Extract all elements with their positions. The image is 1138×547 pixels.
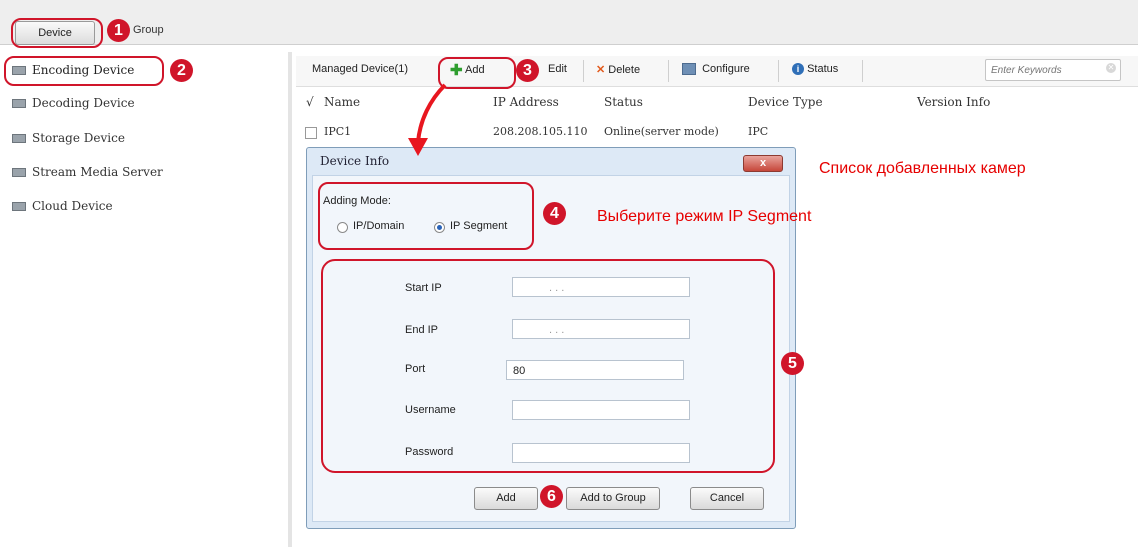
device-icon [12, 99, 26, 108]
dialog-cancel-button[interactable]: Cancel [690, 487, 764, 510]
search-input[interactable] [989, 60, 1103, 80]
cell-name: IPC1 [324, 125, 352, 138]
configure-button-label: Configure [702, 63, 750, 75]
dialog-add-button[interactable]: Add [474, 487, 538, 510]
sidebar-item-label: Storage Device [32, 131, 125, 145]
step-5-badge: 5 [781, 352, 804, 375]
column-header-device-type[interactable]: Device Type [748, 95, 823, 109]
sidebar-item-decoding-device[interactable]: Decoding Device [12, 93, 135, 113]
annotation-ring-adding-mode [318, 182, 534, 250]
column-header-version-info[interactable]: Version Info [917, 95, 990, 109]
configure-icon [682, 63, 696, 76]
dialog-title: Device Info [320, 154, 390, 168]
search-box[interactable]: ✕ [985, 59, 1121, 81]
sidebar-item-label: Cloud Device [32, 199, 113, 213]
managed-device-count: Managed Device(1) [312, 63, 408, 75]
sidebar-item-stream-media-server[interactable]: Stream Media Server [12, 162, 163, 182]
info-icon: i [792, 63, 804, 76]
toolbar-separator [583, 60, 584, 82]
delete-x-icon: ✕ [596, 64, 606, 76]
step-6-badge: 6 [540, 485, 563, 508]
status-button[interactable]: i Status [792, 63, 839, 76]
device-type-sidebar [0, 52, 292, 547]
column-header-ip-address[interactable]: IP Address [493, 95, 559, 109]
top-tab-bar [0, 0, 1138, 45]
sidebar-item-label: Decoding Device [32, 96, 135, 110]
step-3-badge: 3 [516, 59, 539, 82]
column-header-status[interactable]: Status [604, 95, 643, 109]
sidebar-item-storage-device[interactable]: Storage Device [12, 128, 125, 148]
cell-device-type: IPC [748, 125, 769, 138]
configure-button[interactable]: Configure [682, 63, 750, 76]
note-camera-list: Список добавленных камер [819, 160, 1026, 177]
row-checkbox[interactable] [305, 127, 317, 139]
add-to-group-button[interactable]: Add to Group [566, 487, 660, 510]
annotation-arrow [408, 83, 447, 156]
annotation-ring-encoding-device [4, 56, 164, 86]
device-icon [12, 134, 26, 143]
step-4-badge: 4 [543, 202, 566, 225]
sidebar-item-label: Stream Media Server [32, 165, 163, 179]
toolbar-separator [862, 60, 863, 82]
clear-search-icon[interactable]: ✕ [1106, 63, 1116, 73]
select-all-header[interactable]: √ [306, 95, 314, 109]
annotation-ring-ip-fields [321, 259, 775, 473]
delete-button[interactable]: ✕ Delete [596, 63, 640, 76]
edit-button[interactable]: Edit [548, 63, 567, 75]
status-button-label: Status [807, 63, 839, 75]
device-icon [12, 202, 26, 211]
column-header-name[interactable]: Name [324, 95, 360, 109]
sidebar-item-cloud-device[interactable]: Cloud Device [12, 196, 113, 216]
delete-button-label: Delete [608, 64, 641, 76]
cell-status: Online(server mode) [604, 125, 719, 138]
note-choose-ip-segment: Выберите режим IP Segment [597, 208, 812, 225]
step-2-badge: 2 [170, 59, 193, 82]
toolbar-separator [778, 60, 779, 82]
cell-ip-address: 208.208.105.110 [493, 125, 588, 138]
server-icon [12, 168, 26, 177]
annotation-ring-device-tab [11, 18, 103, 48]
dialog-close-button[interactable]: x [743, 155, 783, 172]
tab-group[interactable]: Group [133, 24, 164, 36]
step-1-badge: 1 [107, 19, 130, 42]
toolbar-separator [668, 60, 669, 82]
